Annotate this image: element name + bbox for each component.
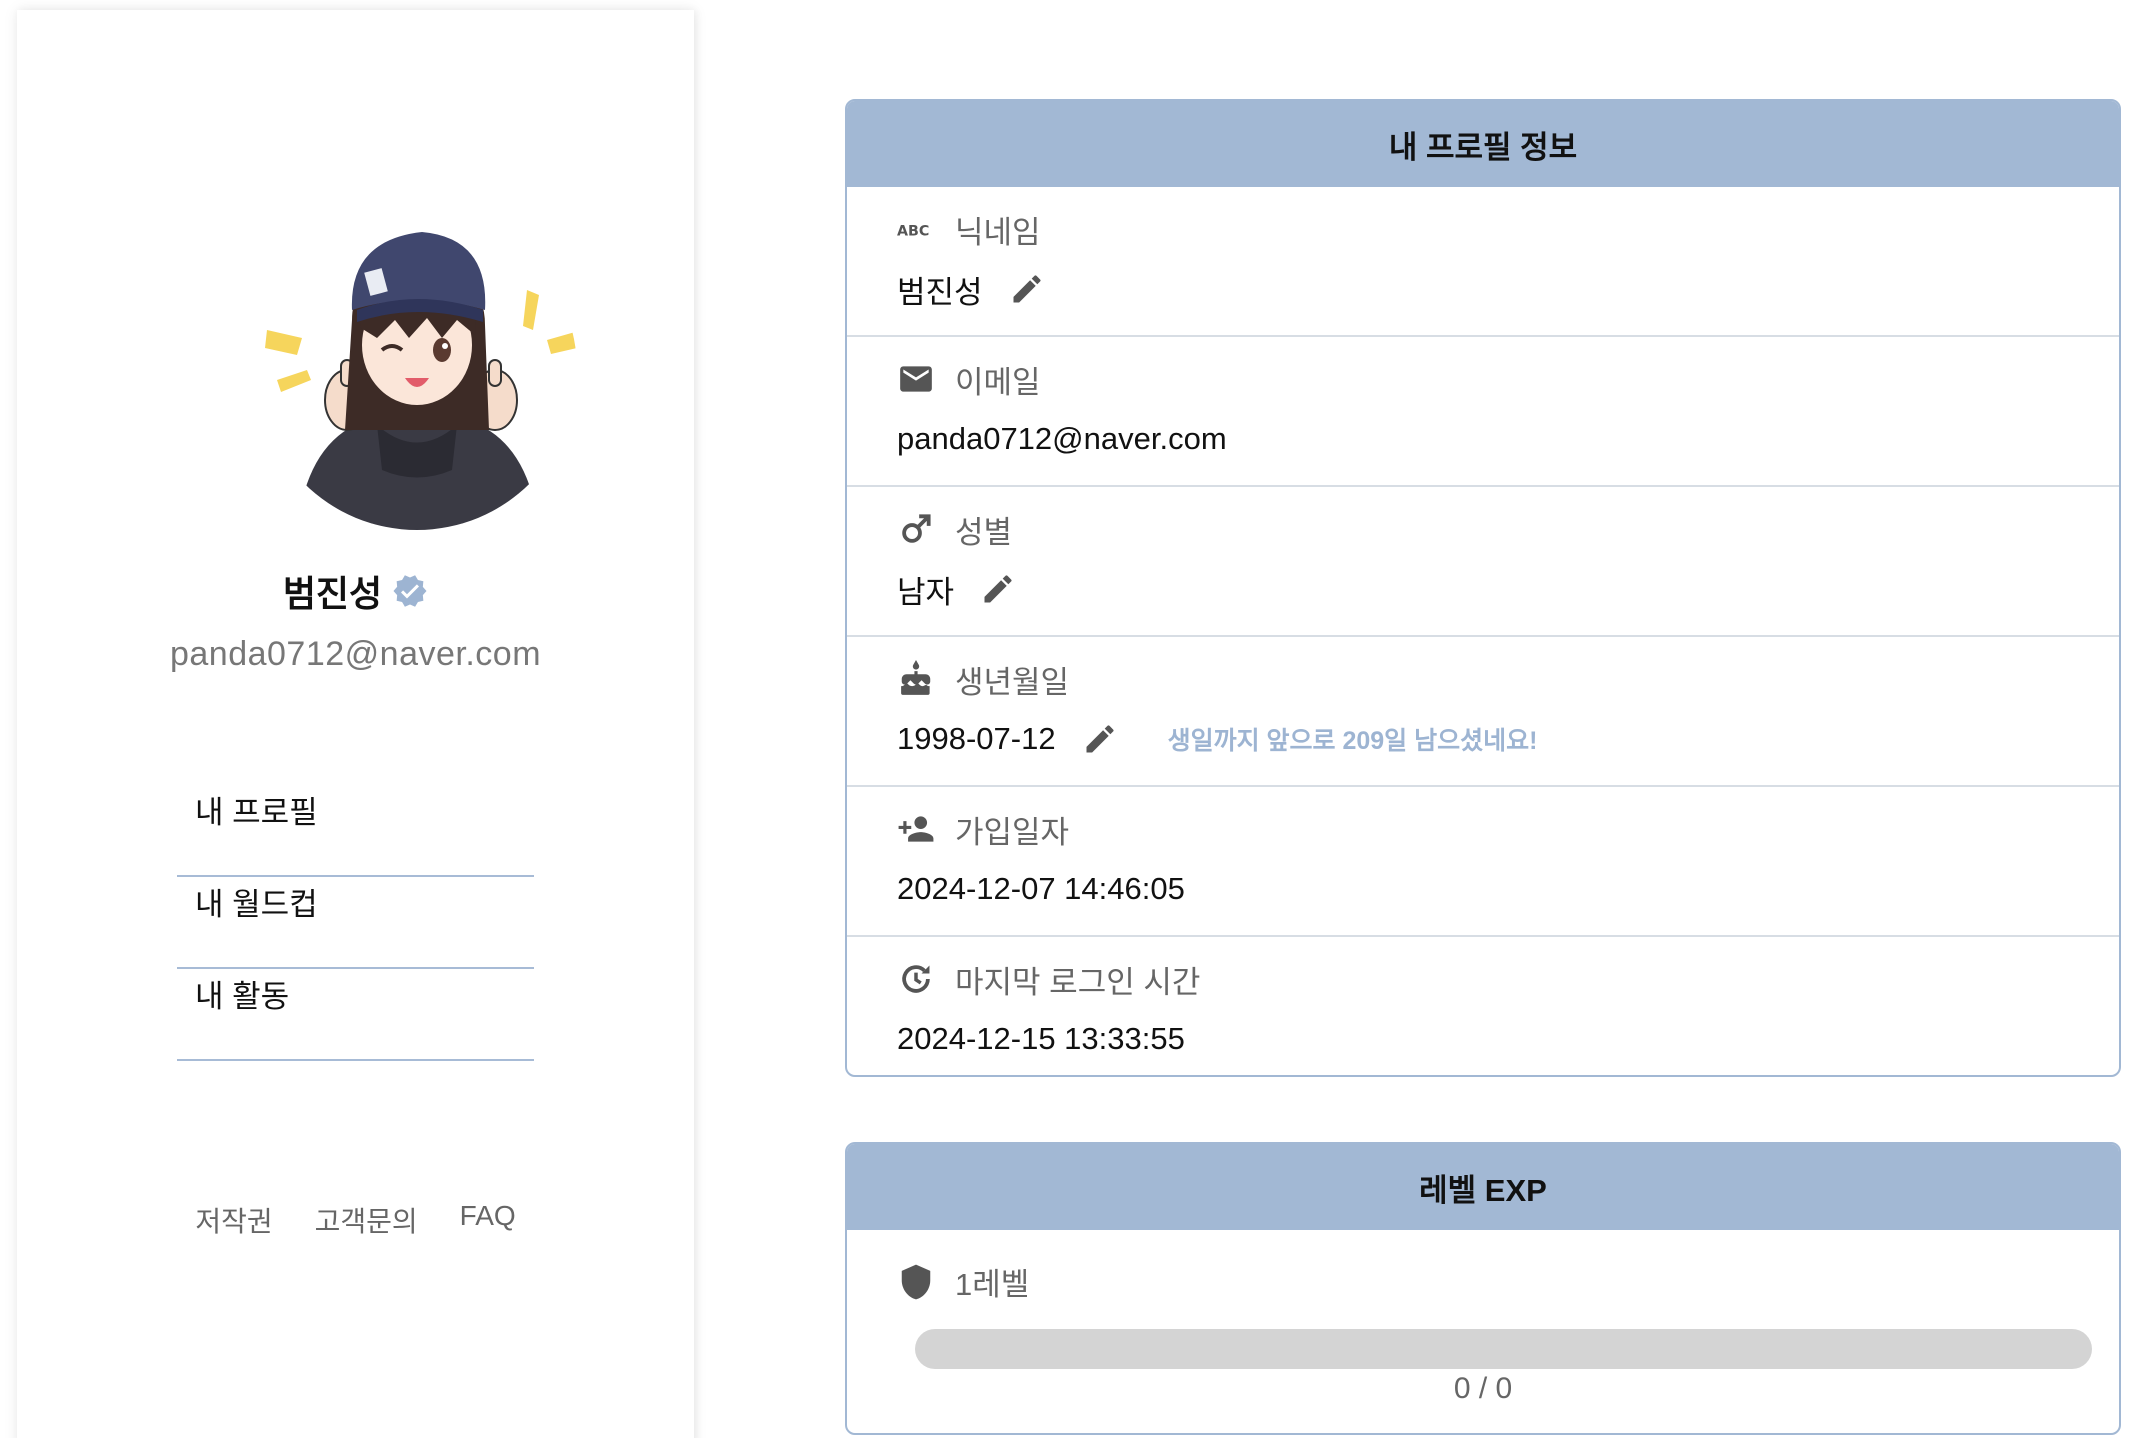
email-label: 이메일 bbox=[955, 364, 1041, 400]
mail-icon bbox=[900, 366, 932, 392]
sidebar-item-my-activity[interactable]: 내 활동 bbox=[177, 969, 534, 1061]
last-login-label: 마지막 로그인 시간 bbox=[955, 964, 1201, 1000]
sidebar: 범진성 panda0712@naver.com 내 프로필 내 월드컵 내 활동… bbox=[17, 10, 694, 1438]
level-label: 1레벨 bbox=[955, 1267, 1030, 1302]
pencil-icon bbox=[1013, 275, 1041, 303]
pencil-icon bbox=[984, 575, 1012, 603]
avatar-illustration bbox=[257, 210, 577, 530]
footer-link-faq[interactable]: FAQ bbox=[460, 1200, 516, 1240]
exp-progress-text: 0 / 0 bbox=[1453, 1372, 1513, 1405]
footer-link-support[interactable]: 고객문의 bbox=[315, 1200, 418, 1240]
birthday-countdown-note: 생일까지 앞으로 209일 남으셨네요! bbox=[1167, 727, 1538, 755]
profile-card-title: 내 프로필 정보 bbox=[847, 101, 2119, 187]
sidebar-menu: 내 프로필 내 월드컵 내 활동 bbox=[177, 785, 534, 1061]
profile-name-row: 범진성 bbox=[17, 563, 694, 619]
shield-icon bbox=[901, 1264, 931, 1299]
verified-badge-icon bbox=[392, 573, 428, 609]
nickname-label: 닉네임 bbox=[955, 214, 1041, 250]
cake-icon bbox=[901, 660, 931, 695]
pencil-icon bbox=[1086, 725, 1114, 753]
footer-link-copyright[interactable]: 저작권 bbox=[195, 1200, 272, 1240]
history-icon bbox=[902, 965, 930, 993]
profile-name: 범진성 bbox=[282, 573, 383, 614]
avatar bbox=[257, 210, 577, 530]
profile-email: panda0712@naver.com bbox=[169, 635, 542, 673]
joined-value: 2024-12-07 14:46:05 bbox=[897, 871, 1185, 906]
email-value: panda0712@naver.com bbox=[897, 421, 1227, 456]
birthday-value: 1998-07-12 bbox=[897, 721, 1056, 756]
edit-birthday-button[interactable] bbox=[1082, 721, 1118, 757]
birthday-label: 생년월일 bbox=[955, 664, 1070, 700]
last-login-value: 2024-12-15 13:33:55 bbox=[897, 1021, 1185, 1056]
gender-label: 성별 bbox=[955, 514, 1013, 550]
edit-gender-button[interactable] bbox=[980, 571, 1016, 607]
level-exp-card: 레벨 EXP 1레벨 0 / 0 bbox=[845, 1142, 2121, 1435]
level-card-title: 레벨 EXP bbox=[847, 1144, 2119, 1230]
profile-info-card: 내 프로필 정보 ABC 닉네임 범진성 이메일 panda0712@naver… bbox=[845, 99, 2121, 1077]
nickname-value: 범진성 bbox=[897, 274, 983, 310]
male-icon bbox=[902, 514, 931, 543]
person-add-icon bbox=[898, 816, 934, 842]
gender-row: 성별 남자 bbox=[847, 487, 2119, 637]
joined-row: 가입일자 2024-12-07 14:46:05 bbox=[847, 787, 2119, 937]
sidebar-item-my-profile[interactable]: 내 프로필 bbox=[177, 785, 534, 877]
exp-progress-bar bbox=[915, 1329, 2092, 1369]
svg-text:ABC: ABC bbox=[897, 223, 929, 239]
nickname-row: ABC 닉네임 범진성 bbox=[847, 187, 2119, 337]
abc-icon: ABC bbox=[897, 223, 929, 239]
joined-label: 가입일자 bbox=[955, 814, 1070, 850]
email-row: 이메일 panda0712@naver.com bbox=[847, 337, 2119, 487]
gender-value: 남자 bbox=[897, 574, 955, 610]
edit-nickname-button[interactable] bbox=[1009, 271, 1045, 307]
sidebar-item-my-worldcup[interactable]: 내 월드컵 bbox=[177, 877, 534, 969]
sidebar-footer: 저작권 고객문의 FAQ bbox=[17, 1200, 694, 1240]
last-login-row: 마지막 로그인 시간 2024-12-15 13:33:55 bbox=[847, 937, 2119, 1075]
birthday-row: 생년월일 1998-07-12 생일까지 앞으로 209일 남으셨네요! bbox=[847, 637, 2119, 787]
